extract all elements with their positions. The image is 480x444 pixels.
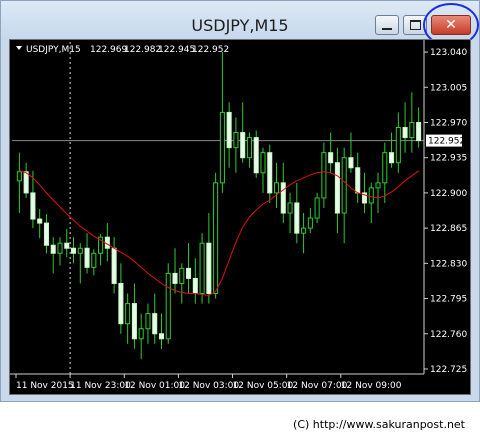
bearish-candle xyxy=(389,152,395,164)
bearish-candle xyxy=(355,167,361,194)
bearish-candle xyxy=(348,157,354,169)
bullish-candle xyxy=(321,152,327,199)
bearish-candle xyxy=(23,171,29,194)
minimize-button[interactable] xyxy=(375,15,399,35)
minimize-icon xyxy=(382,27,392,30)
bearish-candle xyxy=(84,247,90,268)
bullish-candle xyxy=(179,267,185,284)
bearish-candle xyxy=(294,202,300,234)
time-tick-label: 12 Nov 09:00 xyxy=(341,381,402,391)
bullish-candle xyxy=(301,227,307,234)
ohlc-open: 122.969 xyxy=(90,45,127,55)
bullish-candle xyxy=(91,252,97,268)
collapse-arrow-icon[interactable] xyxy=(16,46,22,50)
bullish-candle xyxy=(233,132,239,149)
bearish-candle xyxy=(186,267,192,279)
bullish-candle xyxy=(246,137,252,159)
bullish-candle xyxy=(199,242,205,295)
time-tick-label: 11 Nov 2015 xyxy=(16,381,74,391)
bullish-candle xyxy=(16,171,22,182)
chart-window: USDJPY,M15 ✕ 123.040 123.005 122.970 122.93… xyxy=(0,0,480,402)
time-tick-label: 11 Nov 23:00 xyxy=(70,381,131,391)
bullish-candle xyxy=(138,328,144,340)
time-tick-label: 12 Nov 05:00 xyxy=(233,381,294,391)
bullish-candle xyxy=(57,242,63,254)
bearish-candle xyxy=(402,127,408,139)
bullish-candle xyxy=(213,182,219,295)
current-price-label: 122.952 xyxy=(428,137,465,147)
bearish-candle xyxy=(43,222,49,246)
bearish-candle xyxy=(240,132,246,159)
bearish-candle xyxy=(206,242,212,295)
bullish-candle xyxy=(165,272,171,340)
bullish-candle xyxy=(382,152,388,184)
time-tick-label: 12 Nov 03:00 xyxy=(178,381,239,391)
bullish-candle xyxy=(368,187,374,204)
bearish-candle xyxy=(334,162,340,214)
chart-canvas[interactable]: 123.040 123.005 122.970 122.935 122.900 122.8… xyxy=(10,40,470,394)
price-tick-label: 122.970 xyxy=(430,118,467,128)
bearish-candle xyxy=(50,244,56,254)
ohlc-low: 122.945 xyxy=(158,45,195,55)
copyright-credit: (C) http://www.sakuranpost.net xyxy=(293,418,465,431)
ohlc-close: 122.952 xyxy=(192,45,229,55)
bullish-candle xyxy=(145,313,151,330)
bearish-candle xyxy=(158,333,165,340)
bearish-candle xyxy=(280,182,286,214)
bearish-candle xyxy=(118,282,124,325)
bearish-candle xyxy=(37,218,43,224)
bullish-candle xyxy=(341,157,347,214)
bearish-candle xyxy=(152,313,158,335)
bearish-candle xyxy=(328,152,334,164)
bearish-candle xyxy=(192,277,198,295)
bearish-candle xyxy=(131,303,137,340)
bearish-candle xyxy=(30,192,36,220)
bullish-candle xyxy=(409,121,415,139)
bearish-candle xyxy=(253,137,259,174)
bearish-candle xyxy=(416,121,422,142)
price-tick-label: 122.725 xyxy=(430,365,467,375)
bearish-candle xyxy=(70,247,77,254)
price-tick-label: 122.865 xyxy=(430,224,467,234)
bearish-candle xyxy=(111,247,117,284)
bullish-candle xyxy=(314,197,320,219)
price-tick-label: 123.005 xyxy=(430,83,467,93)
bullish-candle xyxy=(125,303,131,325)
bullish-candle xyxy=(307,217,313,229)
price-tick-label: 122.830 xyxy=(430,259,467,269)
price-tick-label: 122.935 xyxy=(430,154,467,164)
bearish-candle xyxy=(104,236,110,249)
bullish-candle xyxy=(77,247,83,254)
time-tick-label: 12 Nov 01:00 xyxy=(124,381,185,391)
bullish-candle xyxy=(287,202,293,214)
bullish-candle xyxy=(395,127,401,164)
ohlc-high: 122.982 xyxy=(124,45,161,55)
bearish-candle xyxy=(226,111,232,149)
maximize-icon xyxy=(409,20,421,30)
bearish-candle xyxy=(64,242,70,249)
price-chart[interactable]: 123.040 123.005 122.970 122.935 122.900 122.8… xyxy=(9,39,471,395)
price-tick-label: 122.900 xyxy=(430,189,467,199)
bearish-candle xyxy=(267,152,273,194)
chart-symbol-label: USDJPY,M15 xyxy=(26,45,81,55)
price-tick-label: 122.795 xyxy=(430,295,467,305)
bullish-candle xyxy=(219,111,225,184)
bullish-candle xyxy=(375,182,381,189)
title-bar[interactable]: USDJPY,M15 ✕ xyxy=(1,1,479,39)
time-tick-label: 12 Nov 07:00 xyxy=(287,381,348,391)
bearish-candle xyxy=(172,272,178,284)
price-tick-label: 123.040 xyxy=(430,48,467,58)
bullish-candle xyxy=(260,152,266,174)
bullish-candle xyxy=(273,182,280,194)
price-tick-label: 122.760 xyxy=(430,330,467,340)
